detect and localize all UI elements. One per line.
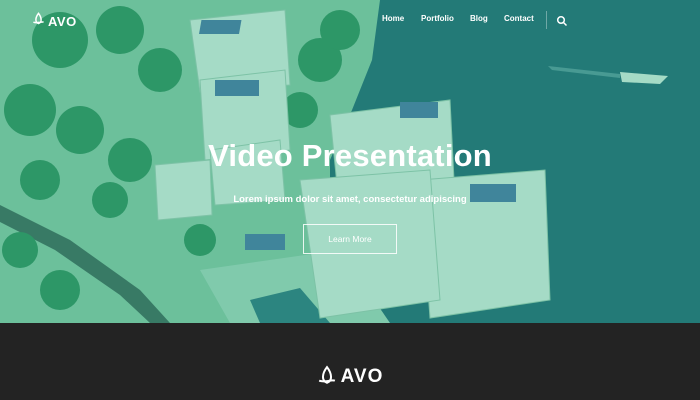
nav-item-portfolio[interactable]: Portfolio bbox=[421, 14, 454, 23]
nav-item-contact[interactable]: Contact bbox=[504, 14, 534, 23]
learn-more-button[interactable]: Learn More bbox=[303, 224, 397, 254]
search-icon[interactable] bbox=[556, 14, 568, 27]
hero-section: AVO Home Portfolio Blog Contact Video Pr… bbox=[0, 0, 700, 323]
nav-item-home[interactable]: Home bbox=[382, 14, 404, 23]
hero-subtitle: Lorem ipsum dolor sit amet, consectetur … bbox=[233, 194, 467, 205]
nav-item-blog[interactable]: Blog bbox=[470, 14, 488, 23]
nav-divider bbox=[546, 11, 547, 29]
top-navbar: AVO Home Portfolio Blog Contact bbox=[0, 0, 700, 40]
nav-menu: Home Portfolio Blog Contact bbox=[0, 14, 700, 28]
footer-logo[interactable]: AVO bbox=[0, 365, 700, 390]
footer bbox=[0, 323, 700, 400]
triquetra-icon bbox=[317, 365, 337, 390]
hero-title: Video Presentation bbox=[208, 138, 492, 173]
footer-brand-name: AVO bbox=[340, 366, 384, 387]
